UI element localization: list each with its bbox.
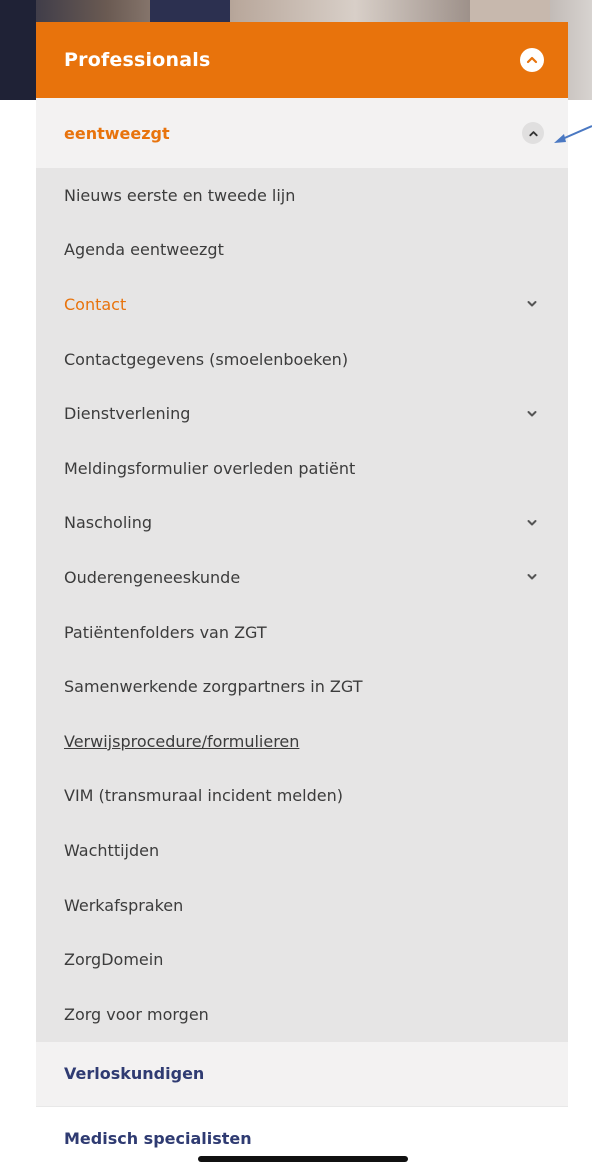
submenu-item-label: Patiëntenfolders van ZGT bbox=[64, 622, 267, 642]
menu-item-label: Medisch specialisten bbox=[64, 1128, 252, 1148]
submenu-item-label: Meldingsformulier overleden patiënt bbox=[64, 458, 356, 478]
chevron-up-circle-icon[interactable] bbox=[520, 48, 544, 72]
submenu-item-wachttijden[interactable]: Wachttijden bbox=[36, 823, 568, 878]
section-title: eentweezgt bbox=[64, 123, 170, 143]
submenu-item-contactgegevens[interactable]: Contactgegevens (smoelenboeken) bbox=[36, 332, 568, 387]
submenu-list: Nieuws eerste en tweede lijn Agenda eent… bbox=[36, 168, 568, 1042]
submenu-item-label: Ouderengeneeskunde bbox=[64, 567, 241, 587]
submenu-item-label: Zorg voor morgen bbox=[64, 1004, 209, 1024]
menu-item-label: Verloskundigen bbox=[64, 1064, 205, 1083]
submenu-item-label: Agenda eentweezgt bbox=[64, 240, 224, 260]
submenu-item-agenda[interactable]: Agenda eentweezgt bbox=[36, 223, 568, 278]
submenu-item-zorgdomein[interactable]: ZorgDomein bbox=[36, 932, 568, 987]
submenu-item-label: Nascholing bbox=[64, 513, 153, 533]
menu-item-verloskundigen[interactable]: Verloskundigen bbox=[36, 1041, 568, 1106]
submenu-item-patientenfolders[interactable]: Patiëntenfolders van ZGT bbox=[36, 605, 568, 660]
submenu-item-label: Dienstverlening bbox=[64, 404, 191, 424]
submenu-item-contact[interactable]: Contact bbox=[36, 277, 568, 332]
submenu-item-samenwerkende-zorgpartners[interactable]: Samenwerkende zorgpartners in ZGT bbox=[36, 659, 568, 714]
submenu-item-nieuws[interactable]: Nieuws eerste en tweede lijn bbox=[36, 168, 568, 223]
menu-header-title: Professionals bbox=[64, 49, 211, 71]
menu-header-professionals[interactable]: Professionals bbox=[36, 22, 568, 98]
submenu-item-label: Contact bbox=[64, 294, 127, 314]
submenu-item-label: Wachttijden bbox=[64, 840, 160, 860]
chevron-down-icon[interactable] bbox=[526, 571, 538, 583]
submenu-item-zorg-voor-morgen[interactable]: Zorg voor morgen bbox=[36, 987, 568, 1042]
submenu-item-werkafspraken[interactable]: Werkafspraken bbox=[36, 878, 568, 933]
chevron-down-icon[interactable] bbox=[526, 408, 538, 420]
chevron-down-icon[interactable] bbox=[526, 517, 538, 529]
submenu-item-label: ZorgDomein bbox=[64, 950, 164, 970]
submenu-item-meldingsformulier[interactable]: Meldingsformulier overleden patiënt bbox=[36, 441, 568, 496]
submenu-item-dienstverlening[interactable]: Dienstverlening bbox=[36, 386, 568, 441]
submenu-item-nascholing[interactable]: Nascholing bbox=[36, 496, 568, 551]
home-indicator[interactable] bbox=[198, 1156, 408, 1162]
annotation-arrow-icon bbox=[554, 125, 592, 143]
submenu-item-label: Nieuws eerste en tweede lijn bbox=[64, 185, 296, 205]
photo-shape bbox=[0, 0, 36, 100]
submenu-item-label: Werkafspraken bbox=[64, 895, 184, 915]
submenu-item-label: VIM (transmuraal incident melden) bbox=[64, 786, 343, 806]
submenu-item-label: Samenwerkende zorgpartners in ZGT bbox=[64, 677, 363, 697]
submenu-item-verwijsprocedure[interactable]: Verwijsprocedure/formulieren bbox=[36, 714, 568, 769]
submenu-item-label: Contactgegevens (smoelenboeken) bbox=[64, 349, 349, 369]
chevron-down-icon[interactable] bbox=[526, 298, 538, 310]
submenu-item-vim[interactable]: VIM (transmuraal incident melden) bbox=[36, 769, 568, 824]
navigation-menu: Professionals eentweezgt Nieuws eerste e… bbox=[36, 22, 568, 1171]
section-header-eentweezgt[interactable]: eentweezgt bbox=[36, 98, 568, 168]
submenu-item-ouderengeneeskunde[interactable]: Ouderengeneeskunde bbox=[36, 550, 568, 605]
chevron-up-icon[interactable] bbox=[522, 122, 544, 144]
submenu-item-label: Verwijsprocedure/formulieren bbox=[64, 731, 300, 751]
